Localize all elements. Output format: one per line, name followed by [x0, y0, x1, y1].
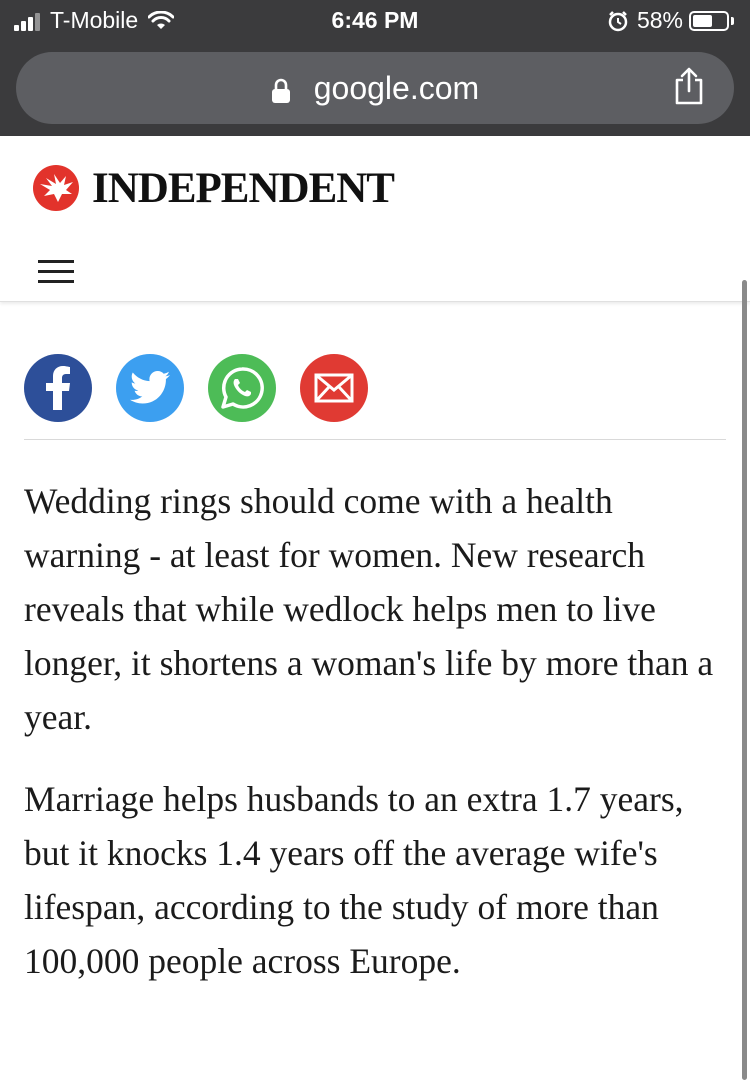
article-body: Wedding rings should come with a health … [24, 474, 730, 1016]
status-bar: T-Mobile 6:46 PM 58% [0, 0, 750, 40]
hamburger-menu-icon[interactable] [38, 260, 74, 290]
battery-icon [689, 10, 729, 31]
address-bar[interactable]: google.com [16, 52, 734, 124]
email-icon [314, 373, 354, 403]
share-divider [24, 439, 726, 440]
share-icon[interactable] [672, 66, 706, 106]
twitter-icon [130, 371, 170, 404]
twitter-share-button[interactable] [116, 354, 184, 422]
eagle-logo-icon[interactable] [32, 164, 80, 212]
browser-chrome: T-Mobile 6:46 PM 58% google.com [0, 0, 750, 136]
url-display: google.com [16, 70, 734, 107]
site-header: INDEPENDENT [0, 136, 750, 302]
email-share-button[interactable] [300, 354, 368, 422]
article-paragraph: Marriage helps husbands to an extra 1.7 … [24, 779, 684, 981]
battery-cap [731, 16, 734, 25]
facebook-icon [46, 366, 70, 410]
whatsapp-icon [221, 367, 264, 409]
article-paragraph: Wedding rings should come with a health … [24, 481, 714, 737]
whatsapp-share-button[interactable] [208, 354, 276, 422]
status-right: 58% [607, 7, 734, 34]
site-logo-text[interactable]: INDEPENDENT [92, 164, 395, 213]
lock-icon [271, 78, 290, 103]
alarm-icon [608, 10, 628, 31]
scrollbar[interactable] [742, 280, 747, 1080]
facebook-share-button[interactable] [24, 354, 92, 422]
url-text: google.com [313, 70, 480, 106]
share-buttons [24, 354, 392, 422]
battery-fill [693, 14, 712, 27]
battery-percent: 58% [636, 7, 683, 33]
